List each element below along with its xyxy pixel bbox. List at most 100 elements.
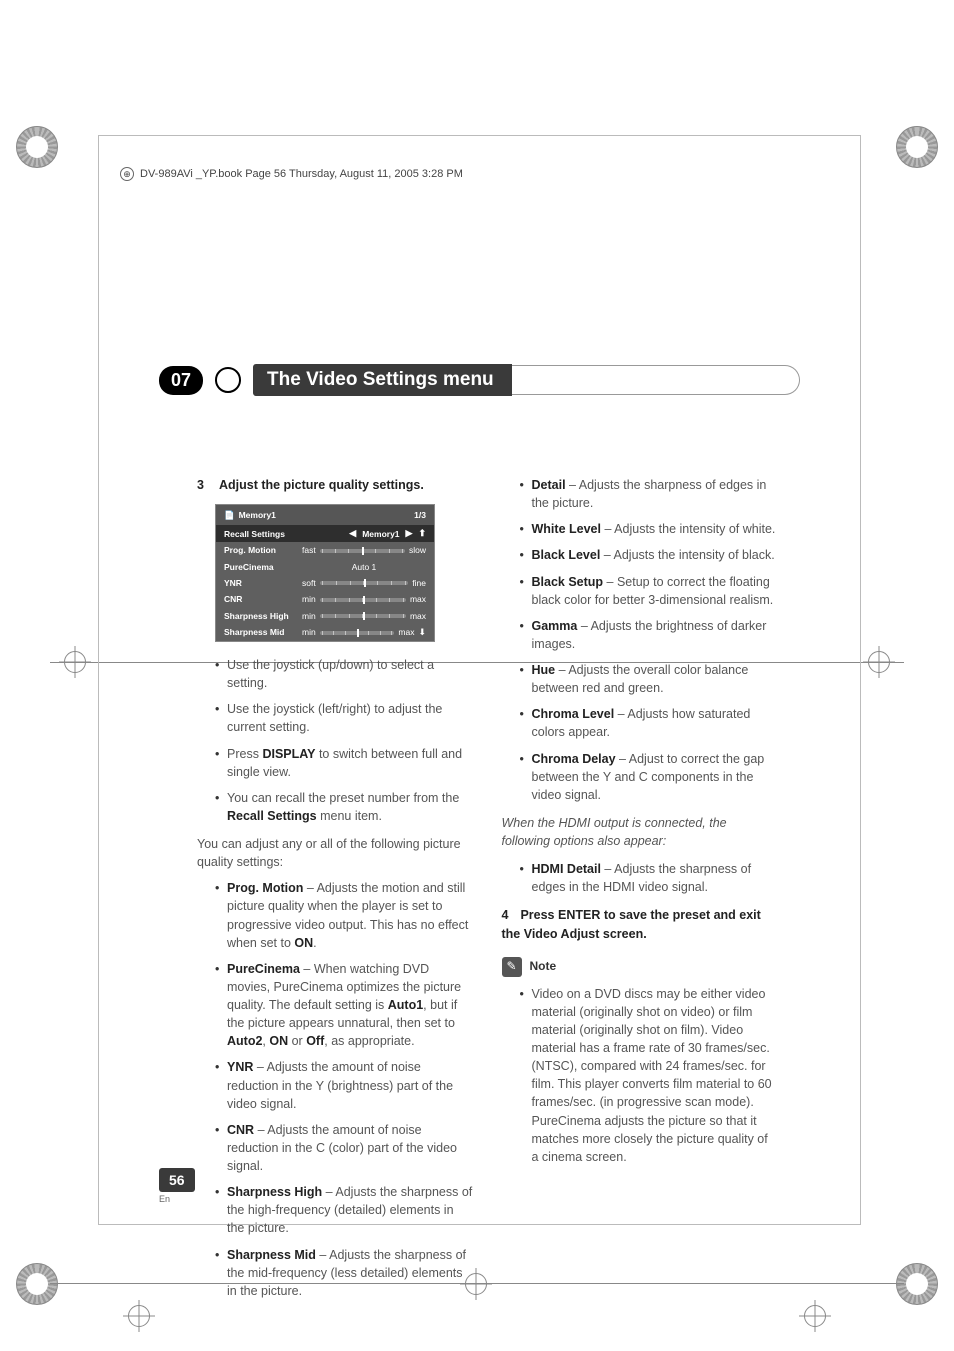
setting-desc: – Adjusts the sharpness of edges in the … (532, 478, 767, 510)
osd-row-label: CNR (224, 593, 298, 605)
list-item: Use the joystick (up/down) to select a s… (215, 656, 474, 692)
osd-left-label: soft (302, 577, 316, 589)
list-item: HDMI Detail – Adjusts the sharpness of e… (520, 860, 779, 896)
setting-desc: – Adjusts the intensity of white. (601, 522, 775, 536)
setting-name: Prog. Motion (227, 881, 303, 895)
chapter-ring-icon (215, 367, 241, 393)
settings-list-left: Prog. Motion – Adjusts the motion and st… (215, 879, 474, 1300)
osd-slider (320, 631, 395, 635)
list-item: Hue – Adjusts the overall color balance … (520, 661, 779, 697)
setting-name: Sharpness High (227, 1185, 322, 1199)
registration-target-icon (128, 1305, 150, 1327)
osd-right-label: slow (409, 544, 426, 556)
osd-slider (320, 598, 406, 602)
osd-setting-row: Prog. Motion fast slow (216, 542, 434, 558)
osd-recall-label: Recall Settings (224, 528, 285, 540)
printer-rosette-icon (16, 1263, 58, 1305)
setting-desc: – Adjusts the amount of noise reduction … (227, 1060, 453, 1110)
setting-name: Sharpness Mid (227, 1248, 316, 1262)
setting-name: Gamma (532, 619, 578, 633)
page-frame: 07 The Video Settings menu 3 Adjust the … (98, 135, 861, 1225)
right-column: Detail – Adjusts the sharpness of edges … (502, 476, 779, 1310)
setting-name: Chroma Level (532, 707, 615, 721)
list-item: Detail – Adjusts the sharpness of edges … (520, 476, 779, 512)
osd-right-label: max (410, 593, 426, 605)
osd-slider (320, 581, 409, 585)
list-item: Black Setup – Setup to correct the float… (520, 573, 779, 609)
setting-name: HDMI Detail (532, 862, 601, 876)
note-label: Note (530, 958, 557, 975)
osd-title: Memory1 (239, 509, 276, 521)
list-item: Chroma Level – Adjusts how saturated col… (520, 705, 779, 741)
osd-left-label: fast (302, 544, 316, 556)
osd-preview: 📄 Memory1 1/3 Recall Settings ◀ Memory1 … (215, 504, 435, 642)
setting-name: Chroma Delay (532, 752, 616, 766)
setting-name: Detail (532, 478, 566, 492)
list-item: Sharpness Mid – Adjusts the sharpness of… (215, 1246, 474, 1300)
osd-row-value: fast slow (302, 544, 426, 556)
printer-rosette-icon (16, 126, 58, 168)
hdmi-list: HDMI Detail – Adjusts the sharpness of e… (520, 860, 779, 896)
list-item: Press DISPLAY to switch between full and… (215, 745, 474, 781)
list-item: Video on a DVD discs may be either video… (520, 985, 779, 1166)
registration-target-icon (804, 1305, 826, 1327)
osd-left-label: min (302, 610, 316, 622)
page-lang: En (159, 1194, 195, 1204)
osd-right-label: fine (412, 577, 426, 589)
setting-name: PureCinema (227, 962, 300, 976)
list-item: Prog. Motion – Adjusts the motion and st… (215, 879, 474, 952)
osd-right-label: max (398, 626, 414, 638)
page-number: 56 (159, 1168, 195, 1192)
osd-setting-row: Sharpness Mid minmax ⬇ (216, 624, 434, 641)
arrow-left-icon: ◀ (349, 527, 356, 540)
list-item: White Level – Adjusts the intensity of w… (520, 520, 779, 538)
note-body: Video on a DVD discs may be either video… (532, 987, 772, 1164)
list-item: Sharpness High – Adjusts the sharpness o… (215, 1183, 474, 1237)
osd-row-label: Sharpness Mid (224, 626, 298, 638)
bold-term: DISPLAY (262, 747, 315, 761)
note-pencil-icon: ✎ (502, 957, 522, 977)
note-header: ✎ Note (502, 957, 779, 977)
osd-recall-value: Memory1 (362, 528, 399, 540)
bold-term: Recall Settings (227, 809, 317, 823)
setting-name: White Level (532, 522, 601, 536)
settings-intro: You can adjust any or all of the followi… (197, 835, 474, 871)
scroll-down-icon: ⬇ (418, 626, 426, 639)
step-label: Adjust the picture quality settings. (219, 478, 424, 492)
osd-row-label: Sharpness High (224, 610, 298, 622)
osd-right-label: max (410, 610, 426, 622)
osd-row-value: min max (302, 610, 426, 622)
osd-left-label: min (302, 593, 316, 605)
printer-rosette-icon (896, 1263, 938, 1305)
note-list: Video on a DVD discs may be either video… (520, 985, 779, 1166)
osd-slider (320, 549, 405, 553)
step-4-heading: 4Press ENTER to save the preset and exit… (502, 906, 779, 942)
arrow-right-icon: ▶ (406, 527, 413, 540)
list-item: Gamma – Adjusts the brightness of darker… (520, 617, 779, 653)
osd-page-indicator: 1/3 (414, 509, 426, 521)
setting-name: Black Level (532, 548, 601, 562)
setting-name: CNR (227, 1123, 254, 1137)
list-item: CNR – Adjusts the amount of noise reduct… (215, 1121, 474, 1175)
list-item: Black Level – Adjusts the intensity of b… (520, 546, 779, 564)
tips-list: Use the joystick (up/down) to select a s… (215, 656, 474, 825)
osd-row-label: Prog. Motion (224, 544, 298, 556)
setting-name: YNR (227, 1060, 253, 1074)
osd-row-value: minmax (302, 626, 414, 638)
home-up-icon: ⬆ (418, 527, 426, 540)
setting-desc: – Adjusts the amount of noise reduction … (227, 1123, 457, 1173)
osd-slider (320, 614, 406, 618)
list-item: PureCinema – When watching DVD movies, P… (215, 960, 474, 1051)
osd-setting-row: CNR min max (216, 591, 434, 607)
osd-row-value: soft fine (302, 577, 426, 589)
page-number-block: 56 En (159, 1168, 195, 1204)
step-3-heading: 3 Adjust the picture quality settings. (197, 476, 474, 494)
document-icon: 📄 (224, 509, 235, 521)
osd-row-label: YNR (224, 577, 298, 589)
list-item: Use the joystick (left/right) to adjust … (215, 700, 474, 736)
chapter-number-badge: 07 (159, 366, 203, 395)
setting-name: Hue (532, 663, 556, 677)
step-number: 3 (197, 478, 204, 492)
chapter-title-tail (512, 365, 800, 395)
settings-list-right: Detail – Adjusts the sharpness of edges … (520, 476, 779, 804)
